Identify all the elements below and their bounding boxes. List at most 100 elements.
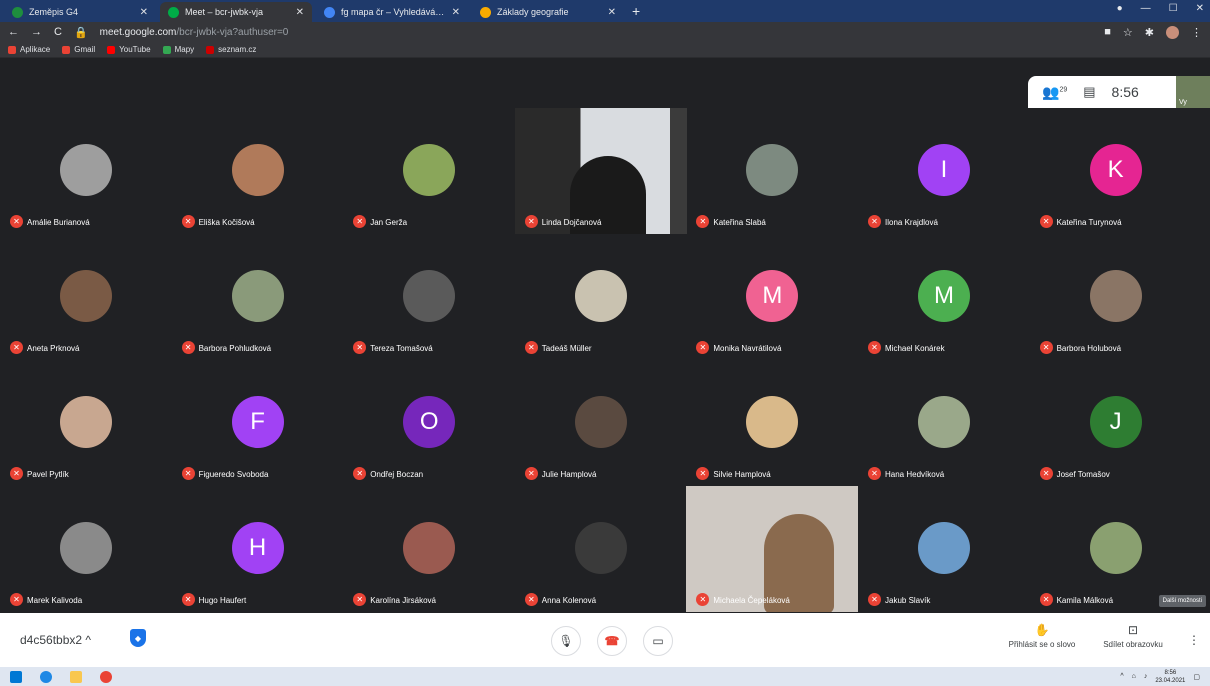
muted-mic-icon: ✕ [353, 593, 367, 606]
participant-tile[interactable]: ✕ Hana Hedvíková [858, 360, 1030, 486]
participant-name: Michael Konárek [885, 344, 945, 353]
browser-tab[interactable]: Základy geografie ✕ [472, 2, 624, 22]
participant-tile[interactable]: ✕ Tereza Tomašová [343, 234, 515, 360]
participant-tile[interactable]: ✕ Linda Dojčanová [514, 108, 687, 234]
forward-icon[interactable]: → [31, 26, 42, 38]
muted-mic-icon: ✕ [353, 467, 367, 480]
volume-icon[interactable]: ♪ [1144, 673, 1148, 680]
meeting-details-button[interactable]: d4c56tbbx2 ^ [20, 633, 91, 647]
browser-tab[interactable]: fg mapa čr – Vyhledávání Google ✕ [316, 2, 468, 22]
participant-name: Aneta Prknová [27, 344, 80, 353]
participant-tile[interactable]: ✕ Barbora Pohludková [172, 234, 344, 360]
participant-avatar: M [746, 270, 799, 322]
star-icon[interactable]: ☆ [1123, 26, 1133, 39]
participant-tile[interactable]: ✕ Michaela Čepeláková [686, 486, 859, 612]
participant-tile[interactable]: ✕ Tadeáš Müller [515, 234, 687, 360]
participant-tile[interactable]: ✕ Anna Kolenová [515, 486, 687, 612]
self-view[interactable]: Vy [1176, 76, 1210, 108]
present-button[interactable]: ⊡ Sdílet obrazovku [1093, 623, 1173, 649]
participant-tile[interactable]: ✕ Pavel Pytlík [0, 360, 172, 486]
profile-icon[interactable]: ● [1117, 3, 1123, 14]
reload-icon[interactable]: C [54, 26, 62, 38]
muted-mic-icon: ✕ [696, 593, 710, 606]
bookmark-item[interactable]: YouTube [107, 45, 151, 54]
camera-button[interactable]: ▭ [643, 626, 673, 656]
back-icon[interactable]: ← [8, 26, 19, 38]
tab-favicon-icon [480, 6, 491, 18]
participant-name: Tereza Tomašová [370, 344, 433, 353]
shield-icon[interactable]: ◆ [130, 629, 146, 647]
browser-tab[interactable]: Zeměpis G4 ✕ [4, 2, 156, 22]
start-icon[interactable] [10, 670, 22, 683]
tray-clock[interactable]: 8:56 23.04.2021 [1155, 669, 1185, 685]
menu-icon[interactable]: ⋮ [1191, 26, 1202, 39]
close-window-icon[interactable]: ✕ [1196, 3, 1204, 14]
file-explorer-icon[interactable] [70, 670, 82, 683]
participant-tile[interactable]: ✕ Silvie Hamplová [686, 360, 858, 486]
muted-mic-icon: ✕ [181, 215, 195, 228]
participant-tile[interactable]: ✕ Eliška Kočišová [172, 108, 344, 234]
participant-tile[interactable]: ✕ Karolína Jirsáková [343, 486, 515, 612]
participant-tile[interactable]: I ✕ Ilona Krajdlová [858, 108, 1030, 234]
participant-tile[interactable]: J ✕ Josef Tomašov [1030, 360, 1202, 486]
extensions-icon[interactable]: ✱ [1145, 26, 1154, 39]
muted-mic-icon: ✕ [10, 593, 23, 606]
bookmark-label: Mapy [174, 45, 195, 54]
browser-tab[interactable]: Meet – bcr-jwbk-vja ✕ [160, 2, 312, 22]
browser-tab-strip: Zeměpis G4 ✕ Meet – bcr-jwbk-vja ✕ fg mapa č… [0, 0, 1210, 22]
maximize-icon[interactable]: ☐ [1169, 3, 1178, 14]
hang-up-button[interactable]: ☎ [597, 626, 627, 656]
edge-icon[interactable] [40, 670, 52, 683]
participant-tile[interactable]: M ✕ Michael Konárek [858, 234, 1030, 360]
microphone-button[interactable]: 🎙 [551, 626, 581, 656]
participant-tile[interactable]: K ✕ Kateřina Turynová [1030, 108, 1202, 234]
hand-icon: ✋ [1034, 623, 1050, 637]
participant-tile[interactable]: ✕ Julie Hamplová [515, 360, 687, 486]
bookmark-label: YouTube [119, 45, 151, 54]
bookmark-item[interactable]: Gmail [62, 45, 95, 54]
bookmark-item[interactable]: Mapy [162, 45, 195, 54]
people-button[interactable]: 👥29 [1042, 84, 1067, 101]
participant-avatar [403, 270, 456, 322]
tab-close-icon[interactable]: ✕ [452, 7, 460, 18]
tab-close-icon[interactable]: ✕ [140, 7, 148, 18]
minimize-icon[interactable]: — [1141, 3, 1151, 14]
participant-tile[interactable]: ✕ Barbora Holubová [1030, 234, 1202, 360]
participant-tile[interactable]: O ✕ Ondřej Boczan [343, 360, 515, 486]
bookmark-item[interactable]: seznam.cz [206, 45, 256, 54]
chrome-icon[interactable] [100, 670, 112, 683]
notifications-icon[interactable]: ▢ [1193, 673, 1200, 681]
participant-tile[interactable]: M ✕ Monika Navrátilová [686, 234, 858, 360]
clock: 8:56 [1111, 84, 1139, 100]
camera-indicator-icon[interactable]: ■ [1104, 26, 1111, 38]
bookmark-icon [206, 45, 215, 54]
participant-name: Michaela Čepeláková [713, 596, 790, 605]
tray-arrow-icon[interactable]: ^ [1120, 673, 1123, 680]
participant-tile[interactable]: H ✕ Hugo Haufert [172, 486, 344, 612]
network-icon[interactable]: ⌂ [1132, 673, 1136, 680]
participant-name: Karolína Jirsáková [370, 596, 436, 605]
participant-name: Monika Navrátilová [713, 344, 782, 353]
participant-tile[interactable]: ✕ Jan Gerža [343, 108, 515, 234]
participant-name: Jan Gerža [370, 218, 408, 227]
more-options-icon[interactable]: ⋮ [1188, 633, 1200, 647]
raise-hand-button[interactable]: ✋ Přihlásit se o slovo [1002, 623, 1082, 649]
tab-title: Zeměpis G4 [29, 7, 79, 17]
participant-tile[interactable]: ✕ Marek Kalivoda [0, 486, 172, 612]
bookmark-item[interactable]: Aplikace [8, 45, 50, 54]
participant-tile[interactable]: ✕ Kateřina Slabá [686, 108, 858, 234]
profile-avatar[interactable] [1166, 25, 1179, 39]
participant-tile[interactable]: ✕ Jakub Slavík [858, 486, 1030, 612]
url-field[interactable]: meet.google.com/bcr-jwbk-vja?authuser=0 [100, 27, 289, 38]
participant-tile[interactable]: ✕ Aneta Prknová [0, 234, 172, 360]
new-tab-button[interactable]: + [632, 3, 640, 19]
chat-icon[interactable]: ▤ [1083, 84, 1095, 100]
participant-tile[interactable]: F ✕ Figueredo Svoboda [172, 360, 344, 486]
participant-tile[interactable]: ✕ Kamila Málková [1030, 486, 1202, 612]
tab-close-icon[interactable]: ✕ [608, 7, 616, 18]
muted-mic-icon: ✕ [10, 467, 23, 480]
tab-close-icon[interactable]: ✕ [296, 7, 304, 18]
muted-mic-icon: ✕ [1039, 341, 1053, 354]
participant-tile[interactable]: ✕ Amálie Burianová [0, 108, 172, 234]
muted-mic-icon: ✕ [10, 215, 23, 228]
